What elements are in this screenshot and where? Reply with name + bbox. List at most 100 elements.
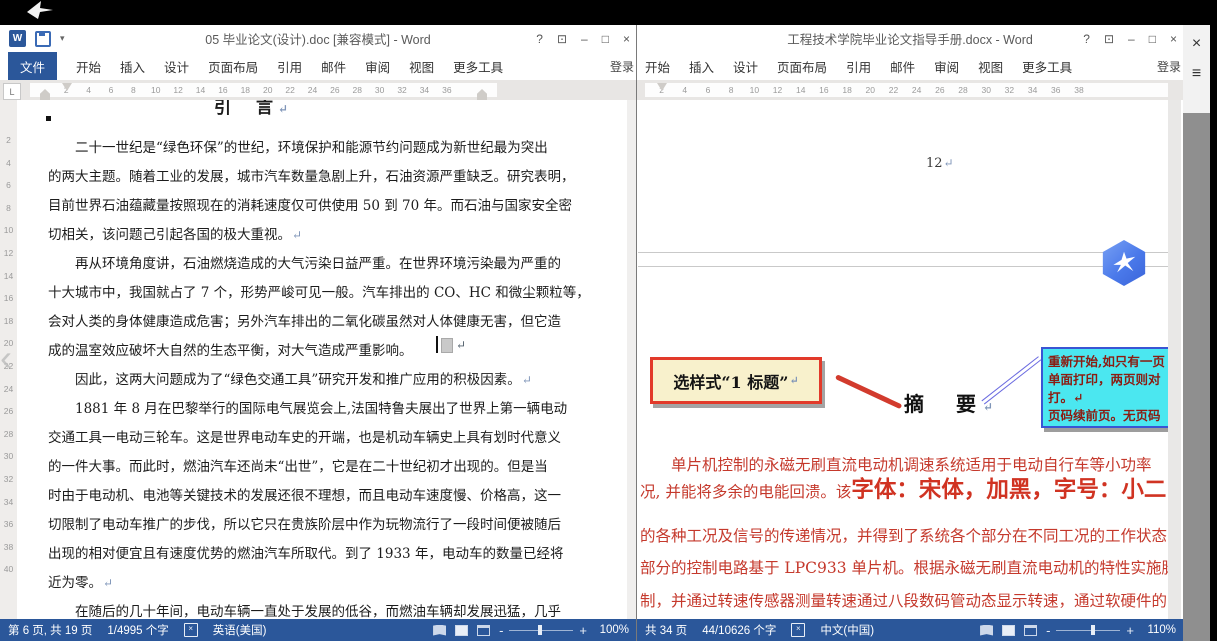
zoom-slider[interactable]	[509, 625, 573, 635]
menu-tab[interactable]: 页面布局	[777, 57, 827, 76]
document-line[interactable]: 时由于电动机、电池等关键技术的发展还很不理想，而且电动车速度慢、价格高，这一	[48, 482, 526, 511]
read-mode-icon[interactable]	[433, 625, 446, 636]
help-icon[interactable]: ?	[1083, 32, 1090, 46]
page-info[interactable]: 第 6 页, 共 19 页	[8, 622, 92, 638]
word-count[interactable]: 1/4995 个字	[107, 622, 168, 638]
minimize-icon[interactable]: –	[581, 32, 588, 46]
document-line[interactable]: 出现的相对便宜且有速度优势的燃油汽车所取代。到了 1933 年，电动车的数量已经…	[48, 540, 526, 569]
web-layout-icon[interactable]	[477, 625, 490, 636]
right-document-page[interactable]: 12↵ 选样式“1 标题”↵ 摘 要↵ 重新开始,如只有一页单面打印，两页则对打…	[638, 100, 1168, 619]
document-line[interactable]: 在随后的几十年间，电动车辆一直处于发展的低谷，而燃油车辆却发展迅猛，几乎	[48, 598, 526, 619]
menu-tab[interactable]: 更多工具	[453, 57, 503, 76]
menu-tab[interactable]: 插入	[689, 57, 714, 76]
maximize-icon[interactable]: □	[602, 32, 609, 46]
menu-tab[interactable]: 开始	[645, 57, 670, 76]
document-line[interactable]: 切相关，该问题己引起各国的极大重视。↵	[48, 221, 526, 250]
tab-selector[interactable]: L	[3, 83, 21, 100]
ruler-number: 28	[0, 423, 17, 446]
document-line-red[interactable]: 制，并通过转速传感器测量转速通过八段数码管动态显示转速，通过软硬件的	[640, 586, 1167, 612]
formatting-mark	[441, 338, 453, 353]
word-count[interactable]: 44/10626 个字	[702, 622, 776, 638]
read-mode-icon[interactable]	[980, 625, 993, 636]
menu-tab[interactable]: 页面布局	[208, 57, 258, 76]
document-line[interactable]: 因此，这两大问题成为了“绿色交通工具”研究开发和推广应用的积极因素。↵	[48, 366, 526, 395]
zoom-level[interactable]: 110%	[1140, 624, 1176, 636]
document-line[interactable]: 1881 年 8 月在巴黎举行的国际电气展览会上,法国特鲁夫展出了世界上第一辆电…	[48, 395, 526, 424]
right-menu-bar: 开始插入设计页面布局引用邮件审阅视图更多工具 登录	[637, 52, 1183, 80]
ruler-number: 4	[0, 152, 17, 175]
menu-tab[interactable]: 插入	[120, 57, 145, 76]
ribbon-display-icon[interactable]: ⊡	[557, 32, 567, 46]
print-layout-icon[interactable]	[1002, 625, 1015, 636]
menu-tab[interactable]: 邮件	[890, 57, 915, 76]
menu-tab[interactable]: 引用	[277, 57, 302, 76]
right-title-bar[interactable]: 工程技术学院毕业论文指导手册.docx - Word ? ⊡ – □ ×	[637, 25, 1183, 52]
document-line[interactable]: 成的温室效应破坏大自然的生态平衡，对大气造成严重影响。	[48, 337, 526, 366]
menu-tab[interactable]: 视图	[409, 57, 434, 76]
document-line[interactable]: 的两大主题。随着工业的发展，城市汽车数量急剧上升，石油资源严重缺乏。研究表明，	[48, 163, 526, 192]
zoom-level[interactable]: 100%	[593, 624, 629, 636]
file-tab[interactable]: 文件	[8, 52, 57, 81]
previous-chevron-icon[interactable]: ‹	[0, 338, 12, 378]
document-line[interactable]: 的一件大事。而此时，燃油汽车还尚未“出世”，它是在二十世纪初才出现的。但是当	[48, 453, 526, 482]
help-icon[interactable]: ?	[536, 32, 543, 46]
web-layout-icon[interactable]	[1024, 625, 1037, 636]
maximize-icon[interactable]: □	[1149, 32, 1156, 46]
menu-tab[interactable]: 邮件	[321, 57, 346, 76]
menu-tab[interactable]: 开始	[76, 57, 101, 76]
zoom-slider[interactable]	[1056, 625, 1120, 635]
ribbon-display-icon[interactable]: ⊡	[1104, 32, 1114, 46]
document-line-red[interactable]: 的各种工况及信号的传递情况，并得到了系统各个部分在不同工况的工作状态	[640, 521, 1167, 547]
left-vertical-scrollbar[interactable]	[627, 100, 636, 619]
page-info[interactable]: 共 34 页	[645, 622, 687, 638]
document-line[interactable]: 二十一世纪是“绿色环保”的世纪，环境保护和能源节约问题成为新世纪最为突出	[48, 134, 526, 163]
menu-tab[interactable]: 引用	[846, 57, 871, 76]
zoom-slider-thumb[interactable]	[538, 625, 542, 635]
language-status[interactable]: 英语(美国)	[213, 622, 267, 638]
minimize-icon[interactable]: –	[1128, 32, 1135, 46]
menu-tab[interactable]: 设计	[733, 57, 758, 76]
menu-tab[interactable]: 更多工具	[1022, 57, 1072, 76]
document-line-red[interactable]: 部分的控制电路基于 LPC933 单片机。根据永磁无刷直流电动机的特性实施脉	[640, 553, 1168, 579]
zoom-out-button[interactable]: -	[1046, 623, 1050, 638]
print-layout-icon[interactable]	[455, 625, 468, 636]
close-icon[interactable]: ×	[623, 32, 630, 46]
proofing-status-icon[interactable]: ×	[184, 623, 198, 637]
left-horizontal-ruler[interactable]: L 24681012141618202224262830323436	[0, 80, 636, 100]
document-line[interactable]: 切限制了电动车推广的步伐，所以它只在贵族阶层中作为玩物流行了一段时间便被随后	[48, 511, 526, 540]
sign-in-link[interactable]: 登录	[1157, 58, 1181, 75]
save-icon[interactable]	[35, 31, 51, 47]
left-title-bar[interactable]: 05 毕业论文(设计).doc [兼容模式] - Word W ▾ ? ⊡ – …	[0, 25, 636, 52]
zoom-in-button[interactable]: +	[1126, 623, 1134, 638]
document-line[interactable]: 十大城市中，我国就占了 7 个，形势严峻可见一般。汽车排出的 CO、HC 和微尘…	[48, 279, 526, 308]
menu-tab[interactable]: 视图	[978, 57, 1003, 76]
panel-close-icon[interactable]: ×	[1192, 37, 1201, 51]
zoom-out-button[interactable]: -	[499, 623, 503, 638]
panel-menu-icon[interactable]: ≡	[1192, 67, 1201, 81]
document-line[interactable]: 再从环境角度讲，石油燃烧造成的大气污染日益严重。在世界环境污染最为严重的	[48, 250, 526, 279]
zoom-in-button[interactable]: +	[579, 623, 587, 638]
paragraph-mark: ↵	[291, 228, 302, 242]
ruler-number: 20	[257, 85, 279, 95]
ruler-number: 6	[100, 85, 122, 95]
left-document-page[interactable]: 引 言↵ 二十一世纪是“绿色环保”的世纪，环境保护和能源节约问题成为新世纪最为突…	[17, 100, 628, 619]
menu-tab[interactable]: 审阅	[365, 57, 390, 76]
document-line[interactable]: 会对人类的身体健康造成危害；另外汽车排出的二氧化碳虽然对人体健康无害，但它造	[48, 308, 526, 337]
close-icon[interactable]: ×	[1170, 32, 1177, 46]
document-line[interactable]: 交通工具一电动三轮车。这是世界电动车史的开端，也是机动车辆史上具有划时代意义	[48, 424, 526, 453]
language-status[interactable]: 中文(中国)	[820, 622, 874, 638]
right-status-bar: 共 34 页 44/10626 个字 × 中文(中国) - + 110%	[637, 619, 1183, 641]
menu-tab[interactable]: 审阅	[934, 57, 959, 76]
back-arrow-icon[interactable]	[24, 0, 56, 25]
document-line[interactable]: 近为零。↵	[48, 569, 526, 598]
zoom-slider-thumb[interactable]	[1091, 625, 1095, 635]
menu-tab[interactable]: 设计	[164, 57, 189, 76]
qat-customize-icon[interactable]: ▾	[60, 33, 65, 44]
proofing-status-icon[interactable]: ×	[791, 623, 805, 637]
sign-in-link[interactable]: 登录	[610, 58, 634, 75]
right-vertical-scrollbar[interactable]	[1168, 100, 1181, 619]
ruler-number: 12	[766, 85, 789, 95]
right-horizontal-ruler[interactable]: 2468101214161820222426283032343638	[637, 80, 1183, 100]
document-line-red[interactable]: 况, 并能将多余的电能回溃。该字体：宋体，加黑，字号：小二	[640, 472, 1166, 504]
document-line[interactable]: 目前世界石油蕴藏量按照现在的消耗速度仅可供使用 50 到 70 年。而石油与国家…	[48, 192, 526, 221]
